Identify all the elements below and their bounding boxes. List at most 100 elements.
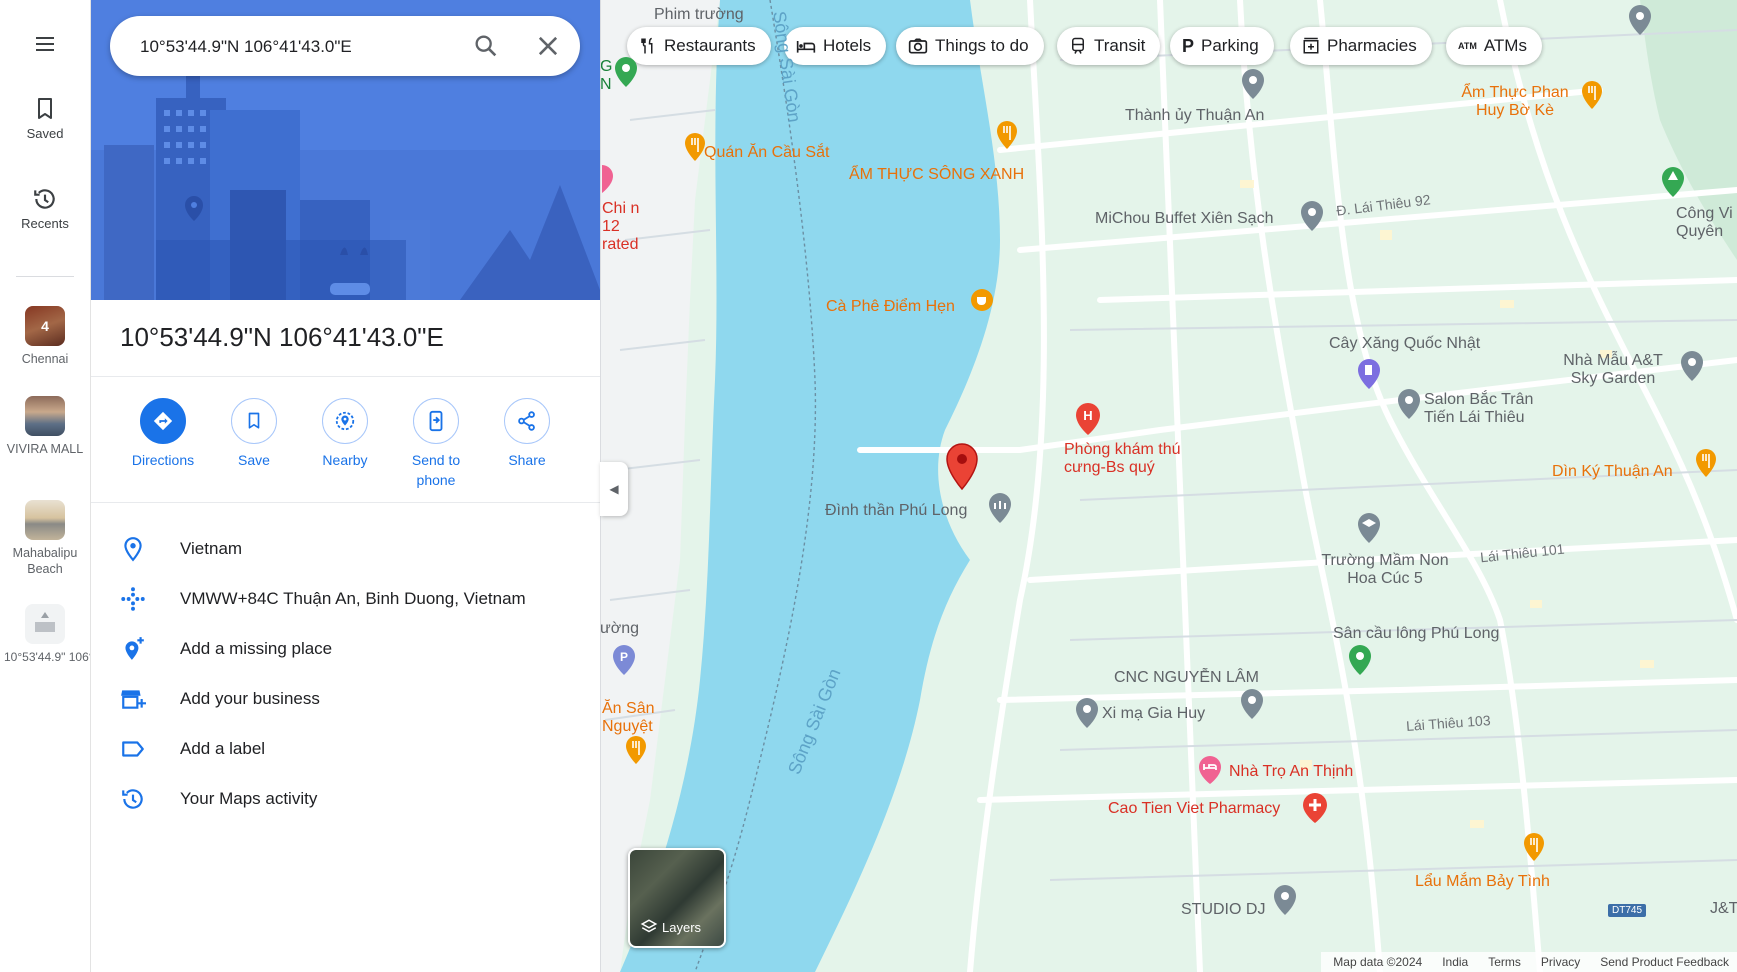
chip-label: Hotels	[823, 36, 872, 55]
info-row-country[interactable]: Vietnam	[90, 524, 600, 574]
info-row-plus-code[interactable]: VMWW+84C Thuận An, Binh Duong, Vietnam	[90, 574, 600, 624]
hamburger-icon	[36, 37, 54, 51]
menu-button[interactable]	[0, 32, 90, 60]
recent-item-vivira-mall[interactable]: VIVIRA MALL	[0, 396, 90, 457]
park-pin-icon[interactable]	[1661, 166, 1685, 198]
map-label[interactable]: Cao Tien Viet Pharmacy	[1108, 800, 1280, 818]
saved-button[interactable]: Saved	[0, 96, 90, 141]
restaurant-pin-icon[interactable]	[625, 735, 647, 765]
save-button[interactable]: Save	[208, 398, 300, 470]
info-row-add-business[interactable]: Add your business	[90, 674, 600, 724]
map-label[interactable]: Nhà Mẫu A&T Sky Garden	[1553, 352, 1673, 388]
action-label: Save	[238, 452, 270, 468]
map-label[interactable]: Trường Mầm Non Hoa Cúc 5	[1320, 552, 1450, 588]
terms-link[interactable]: Terms	[1488, 955, 1521, 969]
nearby-button[interactable]: Nearby	[299, 398, 391, 470]
map-label[interactable]: Xi mạ Gia Huy	[1102, 705, 1205, 723]
share-icon	[518, 411, 535, 431]
recent-thumbnail: 4	[25, 306, 65, 346]
search-button[interactable]	[472, 32, 500, 60]
recent-item-coordinates[interactable]: 10°53'44.9" 106°41'43.(	[0, 604, 90, 665]
map-label[interactable]: Sân cầu lông Phú Long	[1333, 625, 1499, 643]
info-text: Add your business	[180, 689, 320, 708]
close-icon	[538, 36, 558, 56]
place-pin-icon[interactable]	[1241, 68, 1265, 100]
lodging-pin-icon[interactable]	[1198, 755, 1222, 785]
chip-hotels[interactable]: Hotels	[784, 27, 887, 65]
place-pin-icon[interactable]	[1240, 688, 1264, 720]
share-button[interactable]: Share	[481, 398, 573, 470]
map-label[interactable]: ẨM THỰC SÔNG XANH	[849, 166, 1024, 184]
recent-count-badge: 4	[25, 306, 65, 346]
map-label[interactable]: Phim trường	[654, 6, 744, 24]
map-label[interactable]: G N	[600, 58, 614, 94]
chip-things-to-do[interactable]: Things to do	[896, 27, 1044, 65]
send-to-phone-button[interactable]: Send to phone	[390, 398, 482, 490]
hospital-pin-icon[interactable]: H	[1075, 402, 1101, 436]
map-label[interactable]: Ẩm Thực Phan Huy Bờ Kè	[1450, 84, 1580, 120]
info-row-add-label[interactable]: Add a label	[90, 724, 600, 774]
restaurant-pin-icon[interactable]	[996, 120, 1018, 150]
info-text: Add a label	[180, 739, 266, 758]
map-label[interactable]: Công Vi Quyên	[1676, 205, 1736, 241]
close-search-button[interactable]	[534, 32, 562, 60]
map-canvas[interactable]: Restaurants Hotels Things to do Transit …	[600, 0, 1737, 972]
layers-button[interactable]: Layers	[628, 848, 726, 948]
map-label[interactable]: J&T	[1710, 900, 1737, 918]
restaurant-pin-icon[interactable]	[1581, 80, 1603, 110]
map-label[interactable]: Chi n 12 rated	[602, 200, 642, 254]
chip-parking[interactable]: P Parking	[1170, 27, 1274, 65]
map-label[interactable]: Cây Xăng Quốc Nhật	[1329, 335, 1480, 353]
info-text: Your Maps activity	[180, 789, 318, 808]
lodging-pin-icon[interactable]	[600, 164, 614, 194]
search-input[interactable]	[138, 30, 462, 64]
school-pin-icon[interactable]	[1357, 512, 1381, 544]
chip-atms[interactable]: ATM ATMs	[1446, 27, 1542, 65]
chip-transit[interactable]: Transit	[1057, 27, 1161, 65]
gas-station-pin-icon[interactable]	[1357, 358, 1381, 390]
recent-thumbnail	[25, 396, 65, 436]
map-label[interactable]: Phòng khám thú cưng-Bs quý	[1064, 441, 1204, 477]
map-label[interactable]: Cà Phê Điểm Hẹn	[826, 298, 955, 316]
map-label[interactable]: Thành ủy Thuận An	[1125, 107, 1264, 125]
cafe-pin-icon[interactable]	[970, 288, 994, 316]
map-label[interactable]: STUDIO DJ	[1181, 901, 1265, 919]
recent-item-chennai[interactable]: 4 Chennai	[0, 306, 90, 367]
place-pin-icon[interactable]	[1075, 697, 1099, 729]
studio-pin-icon[interactable]	[1273, 884, 1297, 916]
recents-button[interactable]: Recents	[0, 186, 90, 231]
info-row-maps-activity[interactable]: Your Maps activity	[90, 774, 600, 824]
park-pin-icon[interactable]	[614, 56, 638, 88]
restaurant-pin-icon[interactable]	[1695, 448, 1717, 478]
map-label[interactable]: Dìn Ký Thuận An	[1552, 463, 1673, 481]
collapse-panel-button[interactable]: ◀	[600, 462, 628, 516]
map-label[interactable]: Nhà Trọ An Thịnh	[1229, 763, 1353, 781]
dropped-pin-icon[interactable]	[944, 442, 980, 492]
map-label[interactable]: MiChou Buffet Xiên Sạch	[1095, 210, 1273, 228]
map-label[interactable]: Đình thần Phú Long	[825, 502, 967, 520]
info-row-add-missing-place[interactable]: Add a missing place	[90, 624, 600, 674]
restaurant-pin-icon[interactable]	[684, 132, 706, 162]
place-pin-icon[interactable]	[1300, 200, 1324, 232]
region-link[interactable]: India	[1442, 955, 1468, 969]
directions-button[interactable]: Directions	[117, 398, 209, 470]
chip-restaurants[interactable]: Restaurants	[627, 27, 771, 65]
feedback-link[interactable]: Send Product Feedback	[1600, 955, 1729, 969]
restaurant-pin-icon[interactable]	[1523, 832, 1545, 862]
place-pin-icon[interactable]	[1397, 388, 1421, 420]
recent-item-mahabalipuram-beach[interactable]: Mahabalipu Beach	[0, 500, 90, 577]
pharmacy-pin-icon[interactable]	[1302, 792, 1328, 824]
map-label[interactable]: CNC NGUYỄN LÂM	[1114, 669, 1259, 687]
chip-pharmacies[interactable]: Pharmacies	[1290, 27, 1432, 65]
map-label[interactable]: Salon Bắc Trân Tiến Lái Thiêu	[1424, 391, 1554, 427]
map-label[interactable]: Quán Ăn Cầu Sắt	[704, 144, 829, 162]
sports-pin-icon[interactable]	[1348, 644, 1372, 676]
parking-pin-icon[interactable]: P	[612, 644, 636, 676]
place-pin-icon[interactable]	[1628, 4, 1652, 36]
map-label[interactable]: Lẩu Mắm Bảy Tình	[1415, 873, 1550, 891]
place-pin-icon[interactable]	[1680, 350, 1704, 382]
temple-pin-icon[interactable]	[988, 492, 1012, 524]
map-label[interactable]: ường	[600, 620, 639, 638]
privacy-link[interactable]: Privacy	[1541, 955, 1580, 969]
map-label[interactable]: Ăn Sân Nguyệt	[602, 700, 666, 736]
